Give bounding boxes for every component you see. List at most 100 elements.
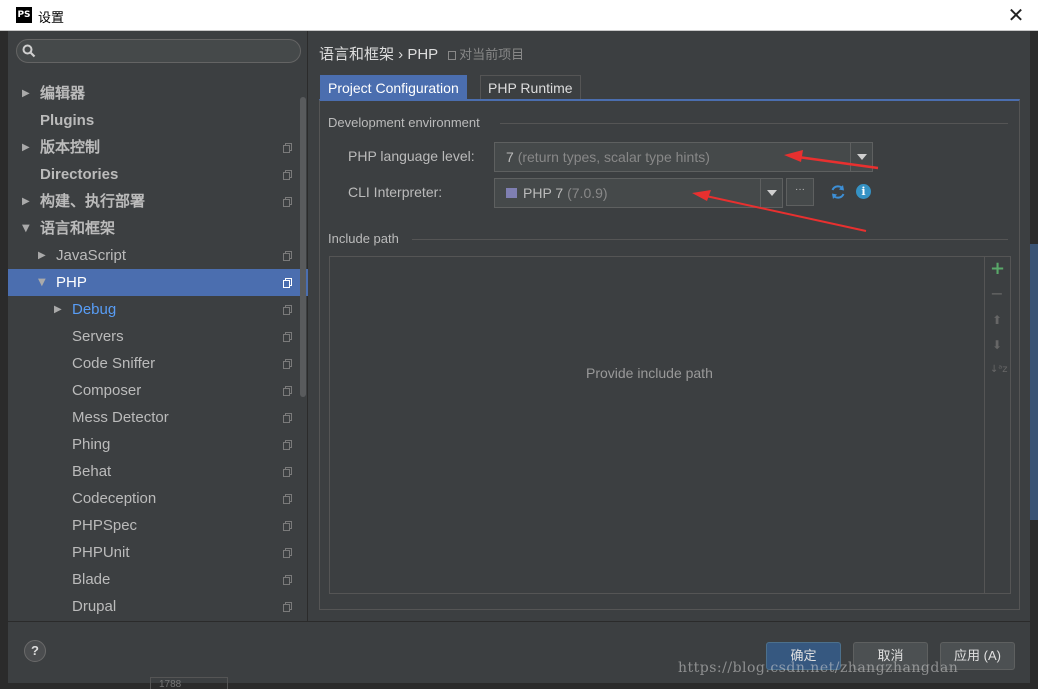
sort-icon[interactable]: ↓ᵃz [990, 363, 1008, 377]
sidebar-item-label: Plugins [40, 112, 95, 129]
dev-env-separator [500, 123, 1008, 124]
project-scope-label: 对当前项目 [448, 47, 524, 62]
sidebar-item-blade[interactable]: Blade [8, 566, 308, 593]
sidebar-item-debug[interactable]: ▶ Debug [8, 296, 308, 323]
info-icon[interactable]: i [856, 184, 871, 199]
sidebar-item-plugins[interactable]: Plugins [8, 107, 308, 134]
sidebar-item-javascript[interactable]: ▶ JavaScript [8, 242, 308, 269]
language-level-select[interactable]: 7 (return types, scalar type hints) [494, 142, 873, 172]
refresh-icon[interactable] [829, 183, 847, 201]
language-level-hint: (return types, scalar type hints) [517, 149, 710, 165]
sidebar-item-phing[interactable]: Phing [8, 431, 308, 458]
sidebar-item-mess-detector[interactable]: Mess Detector [8, 404, 308, 431]
close-icon[interactable]: ✕ [1004, 3, 1028, 27]
project-level-icon [283, 278, 292, 288]
cli-interpreter-select[interactable]: PHP 7 (7.0.9) [494, 178, 783, 208]
project-level-icon [283, 305, 292, 315]
background-window-edge [1030, 244, 1038, 520]
cli-interpreter-value: PHP 7 (7.0.9) [506, 185, 608, 201]
sidebar-item-code-sniffer[interactable]: Code Sniffer [8, 350, 308, 377]
project-level-icon [283, 170, 292, 180]
move-up-icon[interactable]: ⬆ [990, 313, 1004, 327]
project-level-icon [283, 602, 292, 612]
chevron-right-icon[interactable]: ▶ [38, 242, 46, 269]
include-path-empty-text: Provide include path [586, 365, 713, 381]
sidebar-item-label: Composer [72, 382, 142, 399]
project-level-icon [283, 440, 292, 450]
sidebar-item-label: 语言和框架 [40, 220, 116, 237]
chevron-down-icon[interactable] [760, 179, 782, 207]
sidebar-item-label: Servers [72, 328, 124, 345]
chevron-right-icon[interactable]: ▶ [22, 80, 30, 107]
sidebar-item-servers[interactable]: Servers [8, 323, 308, 350]
project-level-icon [283, 386, 292, 396]
breadcrumb-path: 语言和框架 › PHP [319, 46, 438, 63]
include-path-section-title: Include path [328, 231, 399, 246]
chevron-down-icon[interactable]: ▼ [22, 215, 30, 242]
language-level-label: PHP language level: [348, 148, 475, 164]
sidebar-scrollbar[interactable] [300, 97, 306, 397]
sidebar-item-phpunit[interactable]: PHPUnit [8, 539, 308, 566]
sidebar-item-label: Code Sniffer [72, 355, 156, 372]
project-level-icon [283, 359, 292, 369]
help-icon[interactable]: ? [24, 640, 46, 662]
include-path-separator [412, 239, 1008, 240]
background-fragment: 1788 [150, 677, 228, 689]
project-level-icon [283, 494, 292, 504]
search-icon [22, 44, 36, 58]
tab-project-configuration[interactable]: Project Configuration [320, 75, 467, 100]
project-level-icon [283, 332, 292, 342]
settings-search-input[interactable] [16, 39, 301, 63]
cli-interpreter-name: PHP 7 [523, 185, 564, 201]
project-level-icon [283, 197, 292, 207]
sidebar-item-item-0[interactable]: ▶ 编辑器 [8, 80, 308, 107]
sidebar-item-item-5[interactable]: ▼ 语言和框架 [8, 215, 308, 242]
project-level-icon [283, 548, 292, 558]
sidebar-item-phpspec[interactable]: PHPSpec [8, 512, 308, 539]
include-path-toolbar [984, 257, 1010, 593]
title-bar: PS 设置 ✕ [0, 0, 1038, 31]
sidebar-item-label: 版本控制 [40, 139, 101, 156]
chevron-right-icon[interactable]: ▶ [22, 188, 30, 215]
sidebar-item-label: JavaScript [56, 247, 127, 264]
settings-tree: ▶ 编辑器 Plugins ▶ 版本控制 Directories ▶ 构建、执行部署 ▼ 语言和框… [8, 80, 308, 620]
project-level-icon [283, 467, 292, 477]
chevron-right-icon[interactable]: ▶ [22, 134, 30, 161]
cli-interpreter-label: CLI Interpreter: [348, 184, 443, 200]
project-level-icon [283, 251, 292, 261]
sidebar-item-codeception[interactable]: Codeception [8, 485, 308, 512]
window-edge-left [0, 31, 8, 689]
project-level-icon [283, 521, 292, 531]
remove-icon[interactable]: − [990, 286, 1004, 302]
sidebar-item-item-2[interactable]: ▶ 版本控制 [8, 134, 308, 161]
php-icon [506, 188, 517, 198]
chevron-right-icon[interactable]: ▶ [54, 296, 62, 323]
browse-interpreters-button[interactable]: ··· [786, 178, 814, 206]
sidebar-item-label: 编辑器 [40, 85, 86, 102]
sidebar-item-drupal[interactable]: Drupal [8, 593, 308, 620]
chevron-down-icon[interactable] [850, 143, 872, 171]
window-title: 设置 [38, 10, 65, 25]
sidebar-item-item-4[interactable]: ▶ 构建、执行部署 [8, 188, 308, 215]
sidebar-item-php[interactable]: ▼ PHP [8, 269, 308, 296]
move-down-icon[interactable]: ⬇ [990, 338, 1004, 352]
project-icon [448, 51, 457, 60]
sidebar-item-label: PHP [56, 274, 87, 291]
settings-sidebar: ▶ 编辑器 Plugins ▶ 版本控制 Directories ▶ 构建、执行部署 ▼ 语言和框… [8, 31, 308, 621]
sidebar-item-composer[interactable]: Composer [8, 377, 308, 404]
sidebar-item-label: Directories [40, 166, 119, 183]
project-level-icon [283, 413, 292, 423]
tab-php-runtime[interactable]: PHP Runtime [480, 75, 581, 100]
add-icon[interactable]: + [990, 260, 1005, 278]
sidebar-item-directories[interactable]: Directories [8, 161, 308, 188]
sidebar-item-label: Drupal [72, 598, 117, 615]
sidebar-item-label: PHPSpec [72, 517, 138, 534]
sidebar-item-label: Debug [72, 301, 117, 318]
sidebar-item-label: PHPUnit [72, 544, 130, 561]
chevron-down-icon[interactable]: ▼ [38, 269, 46, 296]
sidebar-item-label: Behat [72, 463, 112, 480]
cli-interpreter-version: (7.0.9) [567, 185, 608, 201]
sidebar-item-behat[interactable]: Behat [8, 458, 308, 485]
project-level-icon [283, 143, 292, 153]
include-path-list[interactable] [329, 256, 1011, 594]
